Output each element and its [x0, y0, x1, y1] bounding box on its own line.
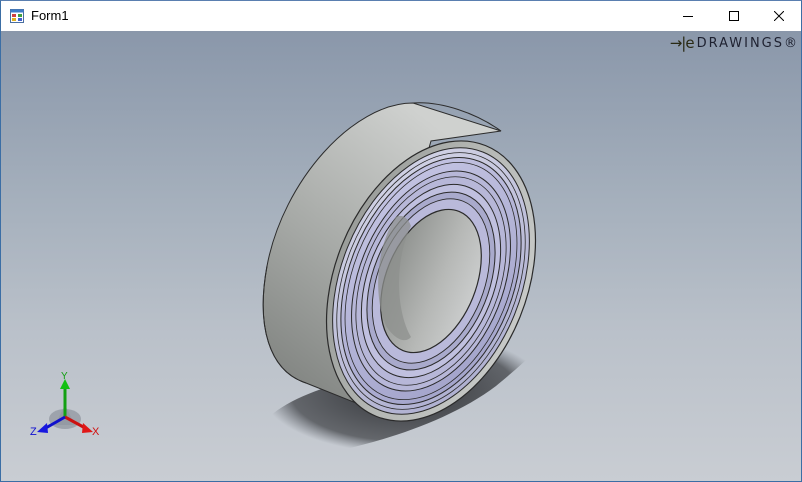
edrawings-logo: →|e DRAWINGS®	[670, 33, 799, 53]
minimize-icon	[683, 16, 693, 17]
triad-y-label: Y	[61, 371, 68, 382]
title-bar[interactable]: Form1	[1, 1, 801, 31]
form-app-icon	[10, 9, 24, 23]
bearing-model[interactable]	[1, 31, 801, 481]
close-icon	[774, 11, 784, 21]
triad-z-label: Z	[30, 426, 37, 438]
minimize-button[interactable]	[665, 1, 711, 31]
orientation-triad[interactable]: Y X Z	[27, 369, 107, 449]
application-window: Form1 →|e DRAWINGS® Y X Z	[0, 0, 802, 482]
maximize-icon	[729, 11, 739, 21]
edrawings-logo-mark: →|e	[669, 34, 695, 52]
close-button[interactable]	[756, 1, 802, 31]
edrawings-3d-viewport[interactable]: →|e DRAWINGS® Y X Z	[1, 31, 801, 481]
maximize-button[interactable]	[711, 1, 757, 31]
window-title: Form1	[31, 8, 69, 23]
triad-x-label: X	[92, 426, 100, 438]
edrawings-logo-text: DRAWINGS®	[696, 35, 799, 51]
